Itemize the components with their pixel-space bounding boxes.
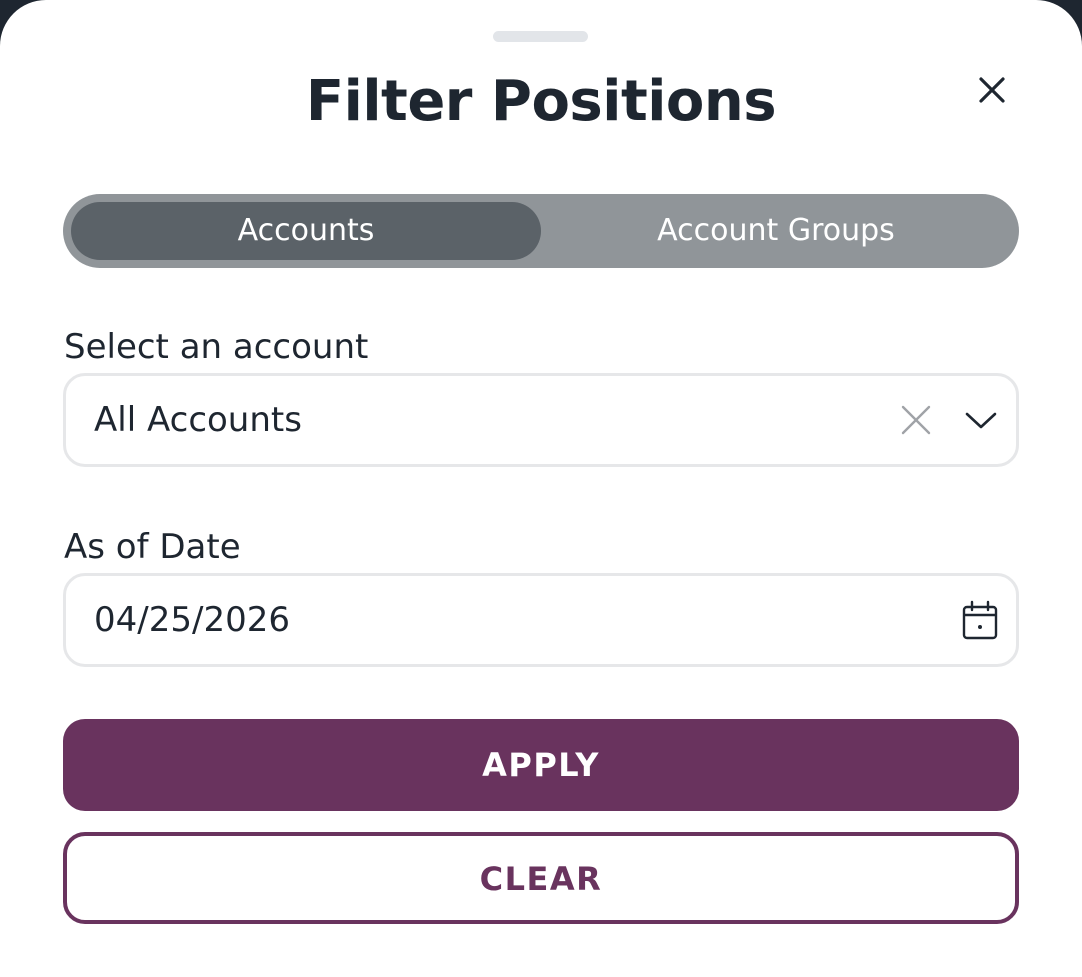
drag-handle[interactable] [493, 31, 588, 42]
account-select-label: Select an account [64, 327, 369, 367]
tab-account-groups[interactable]: Account Groups [541, 202, 1011, 260]
apply-button[interactable]: APPLY [63, 719, 1019, 811]
as-of-date-label: As of Date [64, 527, 241, 567]
calendar-icon[interactable] [962, 600, 998, 640]
as-of-date-field[interactable]: 04/25/2026 [63, 573, 1019, 667]
tab-accounts[interactable]: Accounts [71, 202, 541, 260]
account-type-segmented-control: Accounts Account Groups [63, 194, 1019, 268]
clear-x-icon[interactable] [900, 404, 932, 436]
close-icon [979, 77, 1005, 103]
close-button[interactable] [968, 66, 1016, 114]
account-select-value: All Accounts [94, 400, 302, 440]
as-of-date-value: 04/25/2026 [94, 600, 290, 640]
clear-button[interactable]: CLEAR [63, 832, 1019, 924]
page-title: Filter Positions [305, 69, 777, 134]
chevron-down-icon[interactable] [964, 408, 998, 432]
account-select[interactable]: All Accounts [63, 373, 1019, 467]
filter-bottom-sheet: Filter Positions Accounts Account Groups… [0, 0, 1082, 977]
